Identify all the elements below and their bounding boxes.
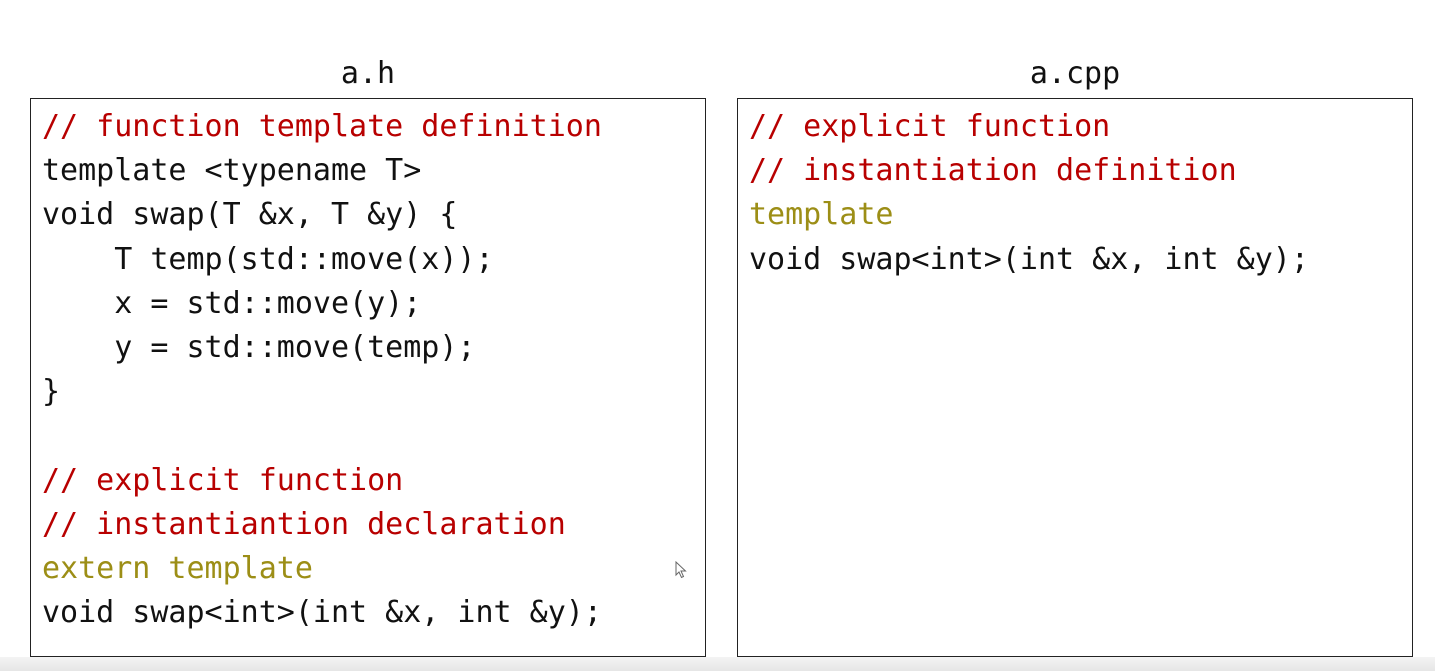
code-line-comment: // function template definition [42, 109, 602, 144]
code-line: template <typename T> [42, 153, 422, 189]
left-code-block: // function template definition template … [42, 105, 602, 635]
left-file-title: a.h [340, 56, 396, 91]
code-line-keyword: template [749, 197, 894, 233]
code-line-comment: // instantiation definition [749, 153, 1237, 189]
right-file-title: a.cpp [1029, 56, 1121, 91]
code-line-comment: // instantiantion declaration [42, 506, 566, 542]
code-line: y = std::move(temp); [42, 329, 476, 365]
code-line: void swap<int>(int &x, int &y); [749, 241, 1309, 277]
code-line: void swap(T &x, T &y) { [42, 197, 458, 233]
code-line: void swap<int>(int &x, int &y); [42, 595, 602, 631]
code-line: x = std::move(y); [42, 285, 422, 321]
right-code-panel: // explicit function // instantiation def… [737, 98, 1413, 657]
mouse-pointer-icon [675, 561, 687, 579]
left-code-panel: // function template definition template … [30, 98, 706, 657]
bottom-edge [0, 657, 1435, 671]
code-line: } [42, 374, 61, 410]
right-code-block: // explicit function // instantiation def… [749, 105, 1309, 282]
code-line-comment: // explicit function [749, 109, 1111, 144]
code-line: T temp(std::move(x)); [42, 241, 494, 277]
code-line-keyword: extern template [42, 550, 313, 586]
code-line-comment: // explicit function [42, 462, 404, 498]
